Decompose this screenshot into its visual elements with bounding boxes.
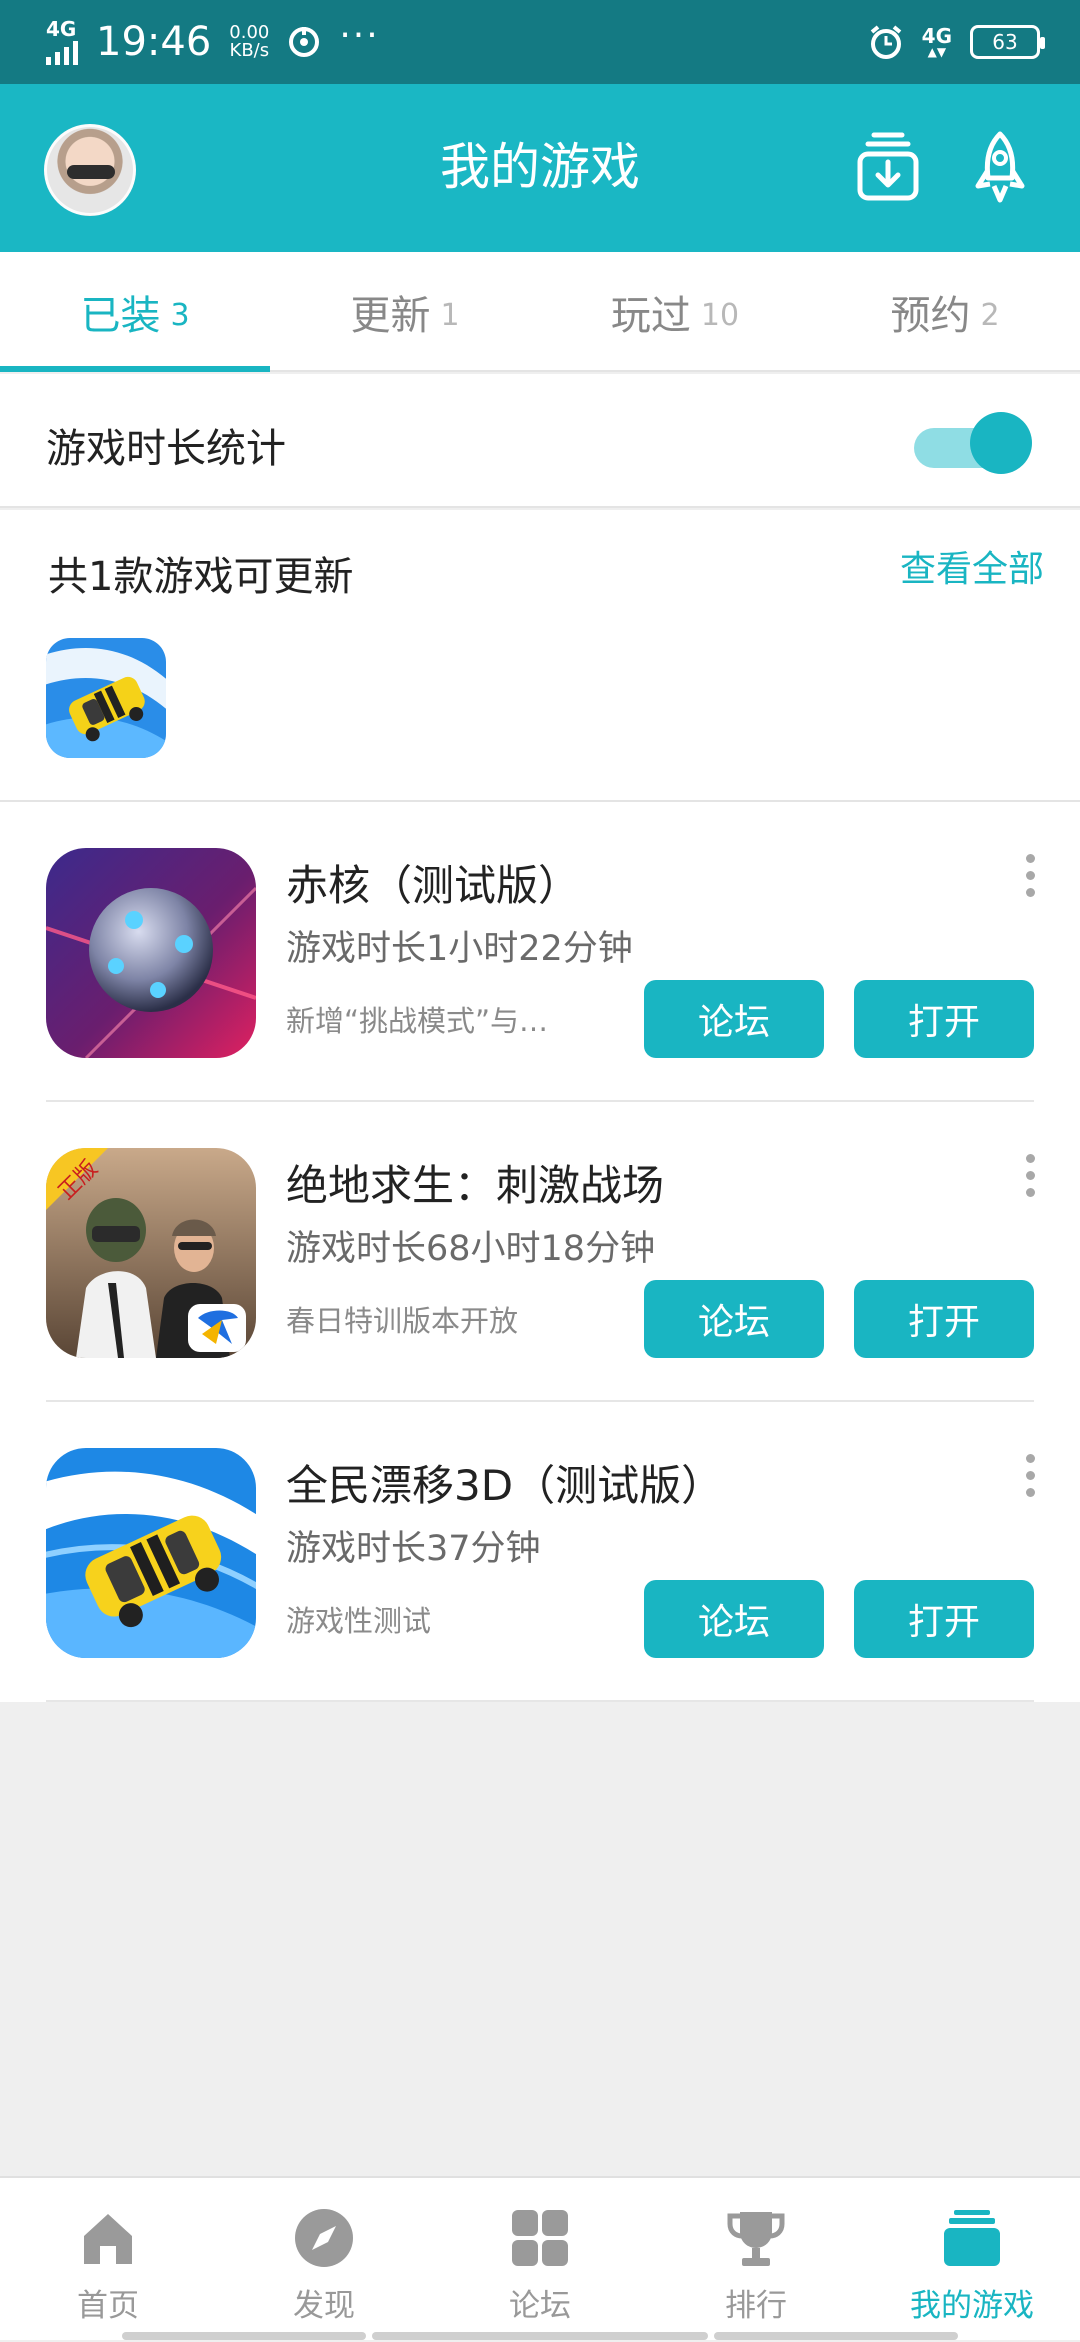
open-button[interactable]: 打开 [854,1580,1034,1658]
more-options-icon[interactable] [1010,1454,1050,1514]
game-icon-red-core [46,848,256,1058]
view-all-link[interactable]: 查看全部 [900,540,1044,592]
tab-updates[interactable]: 更新 1 [270,252,540,372]
playtime-stats-toggle[interactable] [914,412,1034,474]
update-count-title: 共1款游戏可更新 [48,554,354,600]
update-game-icon[interactable] [46,638,166,758]
hotspot-icon [289,27,320,57]
nav-item-discover[interactable]: 发现 [216,2178,432,2342]
nav-label: 首页 [77,2288,139,2324]
more-options-icon[interactable] [1010,854,1050,914]
game-icon-pubg: 正版 [46,1148,256,1358]
clock: 19:46 [96,19,212,65]
gesture-bar-right [714,2332,958,2340]
game-icon-drift-3d [46,1448,256,1658]
list-item[interactable]: 全民漂移3D（测试版） 游戏时长37分钟 游戏性测试 论坛 打开 [0,1402,1080,1702]
more-options-icon[interactable] [1010,1154,1050,1214]
tab-label: 玩过 [610,293,691,339]
network-speed-unit: KB/s [229,40,270,61]
trophy-icon [727,2212,785,2266]
battery-icon: 63 [970,25,1045,59]
gesture-bar-left [122,2332,366,2340]
open-button[interactable]: 打开 [854,980,1034,1058]
forum-button[interactable]: 论坛 [644,980,824,1058]
toggle-knob [970,412,1032,474]
tab-played[interactable]: 玩过 10 [540,252,810,372]
network-speed: 0.00 KB/s [229,24,269,60]
stack-icon [944,2210,1000,2266]
game-update-note: 游戏性测试 [286,1604,432,1638]
list-item[interactable]: 赤核（测试版） 游戏时长1小时22分钟 新增“挑战模式”与… 论坛 打开 [0,802,1080,1102]
nav-item-my-games[interactable]: 我的游戏 [864,2178,1080,2342]
nav-item-ranking[interactable]: 排行 [648,2178,864,2342]
status-bar: 4G 19:46 0.00 KB/s ··· 4G ▲▼ 63 [0,0,1080,84]
game-name: 绝地求生：刺激战场 [286,1161,665,1210]
playtime-stats-label: 游戏时长统计 [46,426,286,472]
game-update-note: 春日特训版本开放 [286,1304,519,1338]
tab-count: 3 [170,297,190,333]
open-button[interactable]: 打开 [854,1280,1034,1358]
divider [46,1700,1034,1702]
alarm-icon [870,25,901,59]
nav-label: 论坛 [509,2288,571,2324]
tab-label: 更新 [350,293,431,339]
list-item[interactable]: 正版 绝地求生：刺激战场 游戏时长68小时18分钟 春日特训版本开放 论坛 打开 [0,1102,1080,1402]
signal-indicator: 4G [46,19,78,65]
nav-item-home[interactable]: 首页 [0,2178,216,2342]
download-manager-icon[interactable] [850,130,926,206]
nav-label: 我的游戏 [910,2288,1034,2324]
tab-installed[interactable]: 已装 3 [0,252,270,372]
tab-label: 已装 [80,293,161,339]
signal-bars-icon [46,39,78,65]
game-name: 赤核（测试版） [286,861,581,910]
active-tab-indicator [0,366,270,372]
network-type-right-label: 4G [921,24,952,48]
gesture-bar-center [372,2332,708,2340]
tab-count: 10 [700,297,740,333]
game-update-note: 新增“挑战模式”与… [286,1004,549,1038]
nav-label: 排行 [725,2288,787,2324]
rocket-icon[interactable] [962,130,1038,206]
grid-icon [512,2210,568,2266]
update-section: 共1款游戏可更新 查看全部 [0,510,1080,802]
battery-level: 63 [992,30,1018,54]
forum-button[interactable]: 论坛 [644,1580,824,1658]
game-playtime: 游戏时长1小时22分钟 [286,929,633,969]
forum-button[interactable]: 论坛 [644,1280,824,1358]
nav-label: 发现 [293,2288,355,2324]
app-header: 我的游戏 [0,84,1080,252]
game-playtime: 游戏时长37分钟 [286,1529,541,1569]
status-bar-left: 4G 19:46 0.00 KB/s ··· [46,15,380,65]
game-playtime: 游戏时长68小时18分钟 [286,1229,656,1269]
tab-label: 预约 [890,293,971,339]
game-tabs: 已装 3 更新 1 玩过 10 预约 2 [0,252,1080,372]
data-arrows-icon: ▲▼ [927,45,947,59]
tab-count: 2 [980,297,1000,333]
status-bar-right: 4G ▲▼ 63 [868,24,1045,60]
compass-icon [295,2209,353,2267]
installed-game-list: 赤核（测试版） 游戏时长1小时22分钟 新增“挑战模式”与… 论坛 打开 正版 [0,802,1080,1702]
home-icon [84,2214,132,2264]
nav-item-forum[interactable]: 论坛 [432,2178,648,2342]
network-type-label: 4G [46,17,77,41]
tab-count: 1 [440,297,460,333]
playtime-stats-row: 游戏时长统计 [0,374,1080,508]
bottom-navigation: 首页 发现 论坛 排行 我的游戏 [0,2176,1080,2340]
mobile-data-indicator: 4G ▲▼ [922,26,952,58]
game-name: 全民漂移3D（测试版） [286,1461,724,1510]
tab-reserved[interactable]: 预约 2 [810,252,1080,372]
more-notifications-icon: ··· [339,14,380,56]
